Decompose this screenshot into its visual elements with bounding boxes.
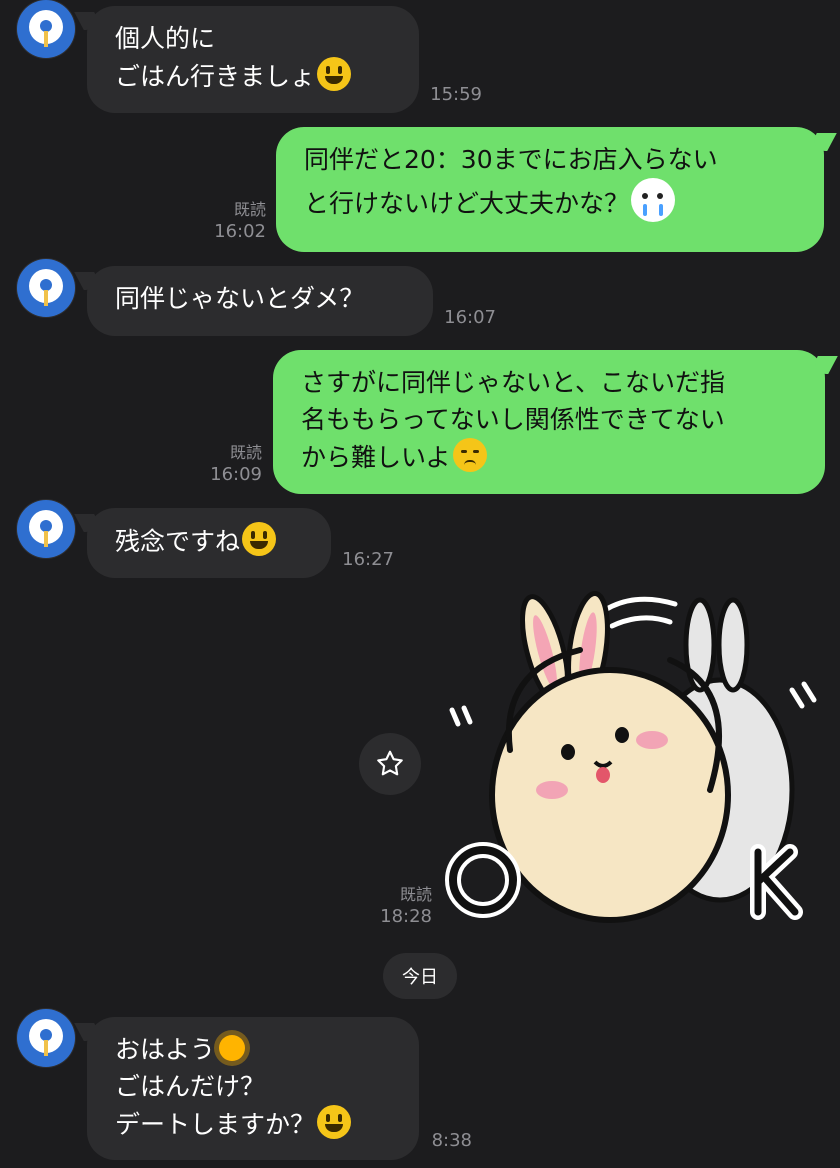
bunny-ok-sticker[interactable] (440, 590, 830, 935)
message-time: 16:02 (214, 221, 266, 242)
message-meta: 既読 16:09 (192, 442, 262, 486)
read-receipt: 既読 (233, 200, 266, 219)
message-bubble-incoming[interactable]: 個人的に ごはん行きましょ (87, 6, 419, 113)
message-time: 16:27 (342, 549, 394, 570)
read-receipt: 既読 (229, 443, 262, 462)
grinning-face-icon (317, 57, 352, 91)
message-time: 18:28 (380, 906, 432, 927)
message-time: 15:59 (430, 84, 482, 105)
contact-avatar[interactable] (17, 259, 75, 317)
message-text: ごはんだけ？ (115, 1072, 266, 1101)
message-bubble-incoming[interactable]: 同伴じゃないとダメ？ (87, 266, 433, 336)
message-bubble-outgoing[interactable]: さすがに同伴じゃないと、こないだ指 名ももらってないし関係性できてない から難し… (273, 350, 825, 494)
message-meta: 既読 16:02 (196, 199, 266, 243)
message-text: 個人的に ごはん行きましょ (115, 24, 316, 91)
message-bubble-incoming[interactable]: 残念ですね (87, 508, 331, 578)
star-icon (377, 750, 403, 776)
favorite-sticker-button[interactable] (359, 733, 421, 795)
message-text: 同伴じゃないとダメ？ (115, 284, 365, 313)
message-text: さすがに同伴じゃないと、こないだ指 名ももらってないし関係性できてない から難し… (301, 368, 726, 472)
contact-avatar[interactable] (17, 500, 75, 558)
message-time: 8:38 (431, 1130, 472, 1151)
message-time: 16:07 (444, 307, 496, 328)
message-text: おはよう (115, 1035, 216, 1064)
contact-avatar[interactable] (17, 0, 75, 58)
message-meta: 既読 18:28 (362, 884, 432, 928)
disappointed-face-icon (452, 438, 487, 472)
contact-avatar[interactable] (17, 1009, 75, 1067)
date-separator: 今日 (383, 953, 457, 999)
message-text: デートしますか？ (115, 1110, 316, 1139)
grinning-face-icon (317, 1105, 352, 1139)
crying-bunny-icon (631, 178, 676, 222)
message-bubble-outgoing[interactable]: 同伴だと20：30までにお店入らない と行けないけど大丈夫かな？ (276, 127, 824, 252)
message-text: 残念ですね (115, 527, 241, 556)
grinning-face-icon (242, 522, 277, 556)
message-bubble-incoming[interactable]: おはよう ごはんだけ？ デートしますか？ (87, 1017, 419, 1160)
message-time: 16:09 (210, 464, 262, 485)
sun-icon (219, 1035, 246, 1061)
read-receipt: 既読 (399, 885, 432, 904)
